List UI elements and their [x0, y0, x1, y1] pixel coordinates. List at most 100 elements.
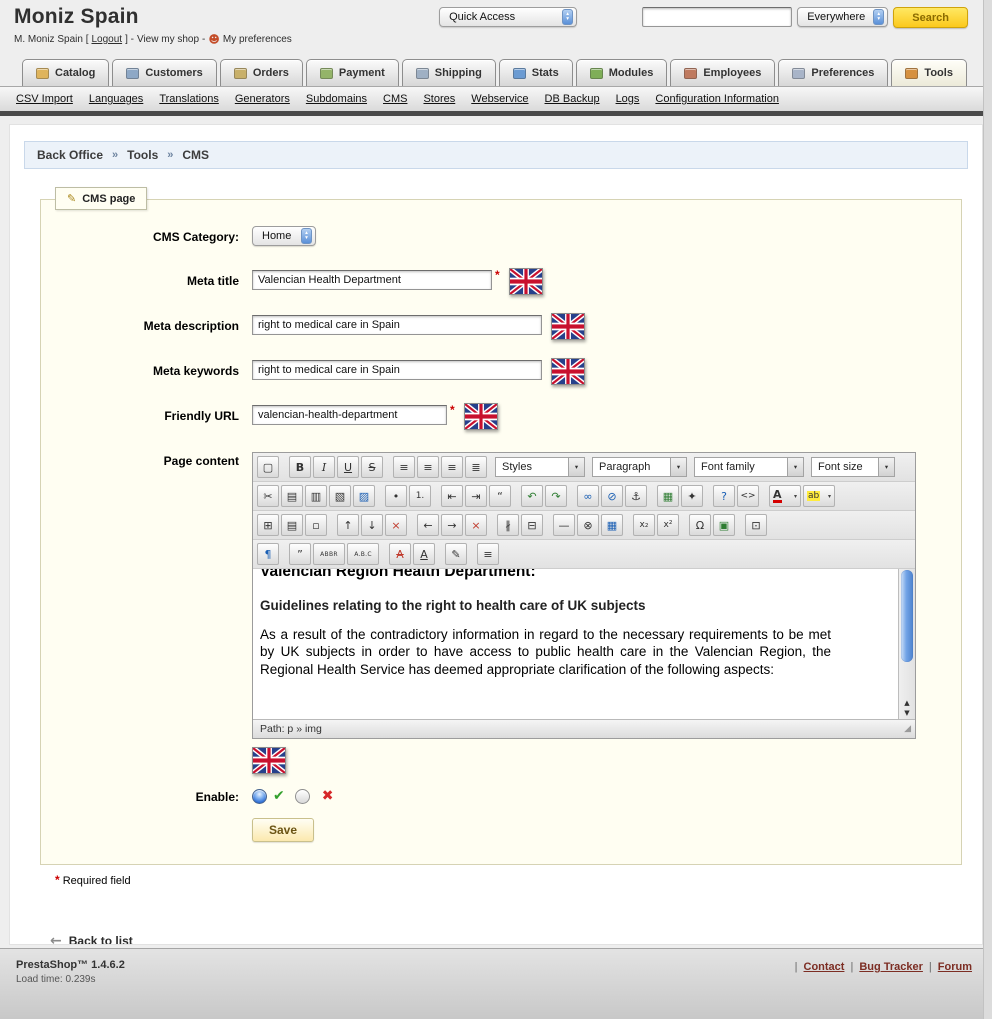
breadcrumb-back-office[interactable]: Back Office	[37, 148, 103, 162]
delete-row-button[interactable]: × ▾	[385, 514, 407, 536]
back-to-list-link[interactable]: ← Back to list	[50, 933, 133, 944]
insert-row-after-button[interactable]: ↓ ▾	[361, 514, 383, 536]
resize-grip-icon[interactable]: ◢	[904, 724, 911, 734]
inserted-text-button[interactable]: A ▾	[413, 543, 435, 565]
font-size-select[interactable]: Font size ▾	[811, 457, 895, 477]
catalog-tab[interactable]: Catalog	[22, 59, 110, 86]
visual-characters-button[interactable]: ¶ ▾	[257, 543, 279, 565]
translations-link[interactable]: Translations	[159, 93, 219, 105]
outdent-button[interactable]: ⇤ ▾	[441, 485, 463, 507]
bug-tracker-link[interactable]: Bug Tracker	[859, 961, 923, 973]
insert-image-button[interactable]: ▦ ▾	[657, 485, 679, 507]
employees-tab[interactable]: Employees	[670, 59, 776, 86]
visual-aid-button[interactable]: ▦ ▾	[601, 514, 623, 536]
languages-link[interactable]: Languages	[89, 93, 143, 105]
help-button[interactable]: ? ▾	[713, 485, 735, 507]
subdomains-link[interactable]: Subdomains	[306, 93, 367, 105]
cut-button[interactable]: ✂ ▾	[257, 485, 279, 507]
abbreviation-button[interactable]: ABBR ▾	[313, 543, 345, 565]
align-center-button[interactable]: ≡ ▾	[417, 456, 439, 478]
align-right-button[interactable]: ≡ ▾	[441, 456, 463, 478]
align-left-button[interactable]: ≡ ▾	[393, 456, 415, 478]
logs-link[interactable]: Logs	[616, 93, 640, 105]
search-button[interactable]: Search	[893, 7, 968, 28]
remove-link-button[interactable]: ⊘ ▾	[601, 485, 623, 507]
webservice-link[interactable]: Webservice	[471, 93, 528, 105]
contact-link[interactable]: Contact	[804, 961, 845, 973]
merge-cells-button[interactable]: ⊟ ▾	[521, 514, 543, 536]
acronym-button[interactable]: A.B.C ▾	[347, 543, 379, 565]
uk-flag-icon[interactable]	[252, 747, 286, 774]
orders-tab[interactable]: Orders	[219, 59, 303, 86]
text-color-button[interactable]: A ▾	[769, 485, 801, 507]
insert-link-button[interactable]: ∞ ▾	[577, 485, 599, 507]
uk-flag-icon[interactable]	[551, 313, 585, 340]
meta-description-input[interactable]	[252, 315, 542, 335]
remove-formatting-button[interactable]: ⊗ ▾	[577, 514, 599, 536]
insert-row-before-button[interactable]: ↑ ▾	[337, 514, 359, 536]
uk-flag-icon[interactable]	[508, 268, 543, 295]
undo-button[interactable]: ↶ ▾	[521, 485, 543, 507]
strikethrough-button[interactable]: S ▾	[361, 456, 383, 478]
align-justify-button[interactable]: ≣ ▾	[465, 456, 487, 478]
anchor-button[interactable]: ⚓ ▾	[625, 485, 647, 507]
enable-no-radio[interactable]	[294, 788, 310, 804]
view-shop-link[interactable]: View my shop	[137, 34, 199, 45]
breadcrumb-tools[interactable]: Tools	[127, 148, 158, 162]
window-scrollbar[interactable]	[983, 0, 992, 1019]
deleted-text-button[interactable]: A ▾	[389, 543, 411, 565]
search-scope-select[interactable]: Everywhere ▴ ▾	[797, 7, 889, 27]
uk-flag-icon[interactable]	[463, 403, 498, 430]
disabled-cross-icon[interactable]: ✖	[322, 788, 334, 804]
editor-content-area[interactable]: Valencian Region Health Department: Guid…	[253, 569, 915, 719]
enabled-check-icon[interactable]: ✔	[273, 788, 285, 804]
csv-import-link[interactable]: CSV Import	[16, 93, 73, 105]
delete-column-button[interactable]: × ▾	[465, 514, 487, 536]
tools-tab[interactable]: Tools	[891, 59, 967, 86]
split-cells-button[interactable]: ∦ ▾	[497, 514, 519, 536]
styles-select[interactable]: Styles ▾	[495, 457, 585, 477]
meta-keywords-input[interactable]	[252, 360, 542, 380]
stores-link[interactable]: Stores	[423, 93, 455, 105]
friendly-url-input[interactable]	[252, 405, 447, 425]
underline-button[interactable]: U ▾	[337, 456, 359, 478]
paragraph-format-select[interactable]: Paragraph ▾	[592, 457, 687, 477]
numbered-list-button[interactable]: 1. ▾	[409, 485, 431, 507]
breadcrumb-cms[interactable]: CMS	[182, 148, 209, 162]
db-backup-link[interactable]: DB Backup	[545, 93, 600, 105]
shipping-tab[interactable]: Shipping	[401, 59, 496, 86]
insert-column-before-button[interactable]: ← ▾	[417, 514, 439, 536]
insert-table-button[interactable]: ⊞ ▾	[257, 514, 279, 536]
indent-button[interactable]: ⇥ ▾	[465, 485, 487, 507]
customers-tab[interactable]: Customers	[112, 59, 217, 86]
enable-yes-radio[interactable]	[252, 788, 267, 804]
editor-document[interactable]: Valencian Region Health Department: Guid…	[253, 569, 831, 678]
insert-template-button[interactable]: ⊡ ▾	[745, 514, 767, 536]
configuration-information-link[interactable]: Configuration Information	[655, 93, 779, 105]
scroll-down-icon[interactable]: ▼	[904, 708, 909, 718]
background-color-button[interactable]: ab ▾	[803, 485, 835, 507]
subscript-button[interactable]: x₂ ▾	[633, 514, 655, 536]
editor-scrollbar[interactable]: ▲ ▼	[898, 569, 915, 719]
uk-flag-icon[interactable]	[551, 358, 585, 385]
superscript-button[interactable]: x² ▾	[657, 514, 679, 536]
forum-link[interactable]: Forum	[938, 961, 972, 973]
scroll-up-icon[interactable]: ▲	[904, 698, 909, 708]
logout-link[interactable]: Logout	[91, 34, 122, 45]
cleanup-code-button[interactable]: ✦ ▾	[681, 485, 703, 507]
my-preferences-link[interactable]: My preferences	[223, 34, 292, 45]
paste-from-word-button[interactable]: ▨ ▾	[353, 485, 375, 507]
generators-link[interactable]: Generators	[235, 93, 290, 105]
meta-title-input[interactable]	[252, 270, 492, 290]
modules-tab[interactable]: Modules	[575, 59, 668, 86]
style-properties-button[interactable]: ≡ ▾	[477, 543, 499, 565]
save-button[interactable]: Save	[252, 818, 315, 842]
font-family-select[interactable]: Font family ▾	[694, 457, 804, 477]
italic-button[interactable]: I ▾	[313, 456, 335, 478]
cms-link[interactable]: CMS	[383, 93, 407, 105]
stats-tab[interactable]: Stats	[498, 59, 573, 86]
preferences-tab[interactable]: Preferences	[778, 59, 889, 86]
table-row-properties-button[interactable]: ▤ ▾	[281, 514, 303, 536]
new-document-button[interactable]: ▢ ▾	[257, 456, 279, 478]
quick-access-select[interactable]: Quick Access ▴ ▾	[439, 7, 578, 27]
